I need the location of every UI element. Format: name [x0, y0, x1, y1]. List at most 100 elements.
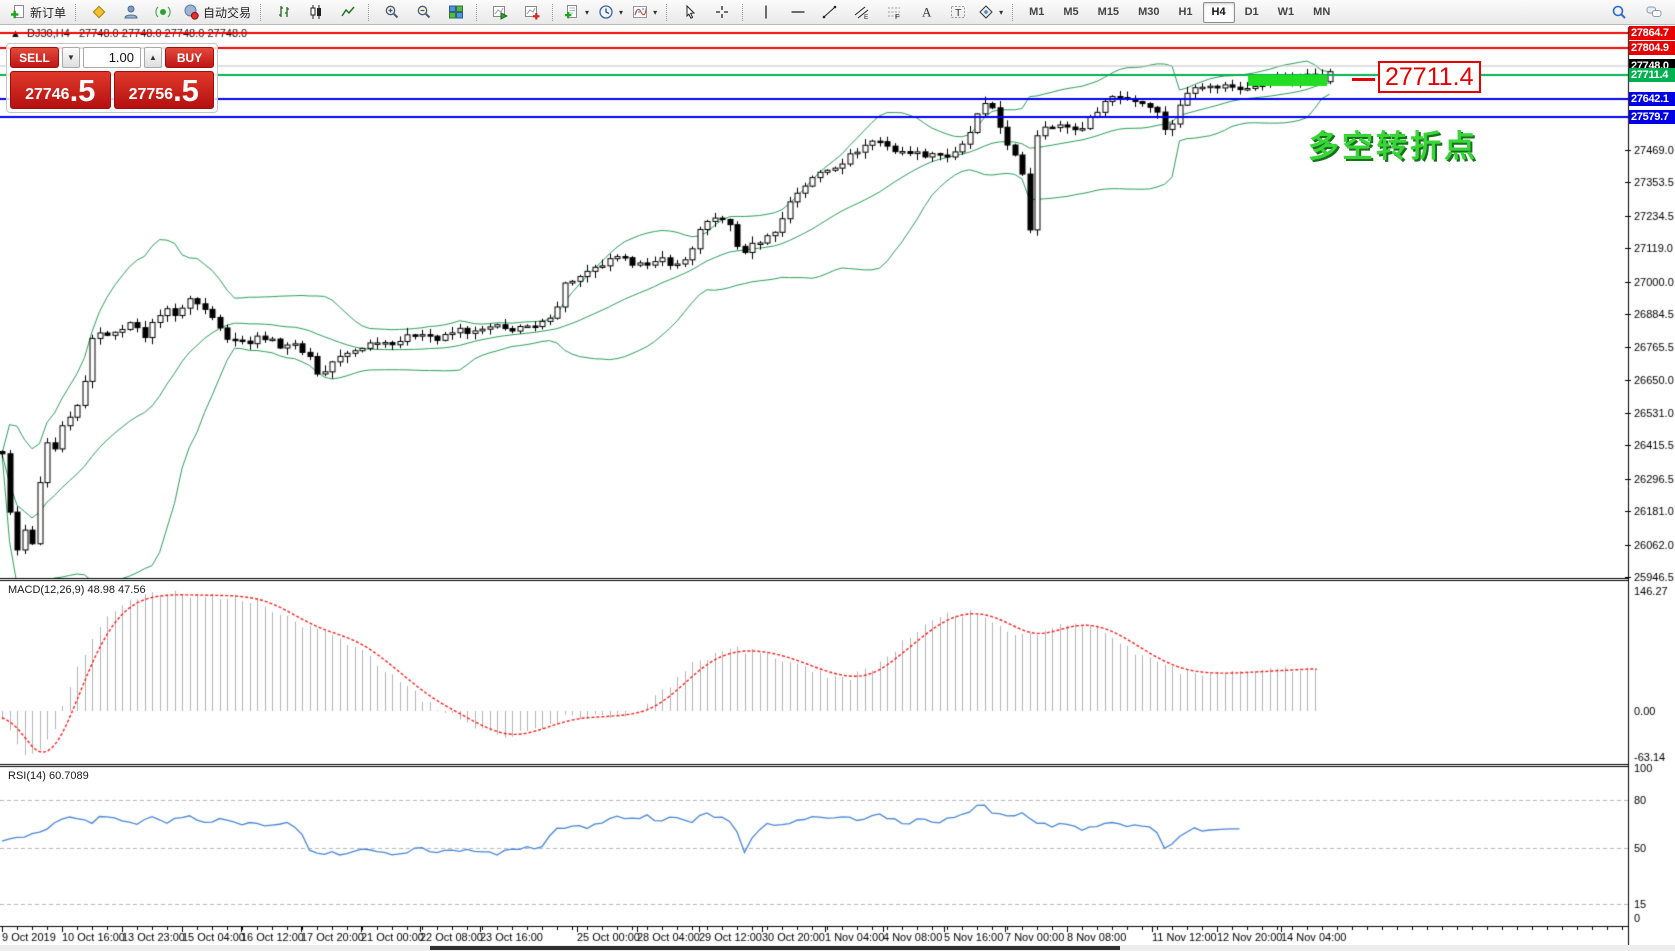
- one-click-trading-panel: SELL ▼ ▲ BUY 27746.5 27756.5: [6, 43, 218, 113]
- chevron-down-icon: ▾: [585, 7, 590, 17]
- sell-button[interactable]: SELL: [10, 47, 59, 68]
- buy-button[interactable]: BUY: [165, 47, 214, 68]
- timeframe-h1-button[interactable]: H1: [1169, 2, 1201, 23]
- candlestick-chart-button[interactable]: [300, 1, 331, 24]
- volume-increase-button[interactable]: ▲: [144, 47, 162, 68]
- label-icon: T: [950, 4, 966, 20]
- cursor-icon: [682, 4, 698, 20]
- chart-plus-icon: [524, 4, 540, 20]
- crosshair-button[interactable]: [706, 1, 737, 24]
- zoom-in-button[interactable]: [376, 1, 407, 24]
- search-button[interactable]: [1603, 1, 1634, 24]
- document-plus-icon: [10, 4, 26, 20]
- timeframe-mn-button[interactable]: MN: [1304, 2, 1339, 23]
- toolbar-separator: [666, 3, 668, 21]
- fibonacci-icon: F: [886, 4, 902, 20]
- timeframe-m1-button[interactable]: M1: [1020, 2, 1053, 23]
- horizontal-scrollbar[interactable]: [0, 945, 1675, 951]
- crosshair-icon: [714, 4, 730, 20]
- trading-terminal: 新订单 自动交易 ▾ ▾ ▾ E F A T ▾ M1 M5 M15 M30 H1 H4 D1 W1 MN SELL…: [0, 0, 1675, 951]
- timeframe-h4-button[interactable]: H4: [1202, 1, 1235, 23]
- label-button[interactable]: T: [942, 1, 973, 24]
- toolbar-separator: [75, 3, 77, 21]
- toolbar-separator: [260, 3, 262, 21]
- zoom-out-icon: [416, 4, 432, 20]
- new-chart-button[interactable]: [484, 1, 515, 24]
- horizontal-line-button[interactable]: [782, 1, 813, 24]
- market-watch-button[interactable]: [83, 1, 114, 24]
- buy-price[interactable]: 27756.5: [113, 71, 214, 109]
- timeframe-m30-button[interactable]: M30: [1129, 2, 1168, 23]
- trendline-icon: [822, 4, 838, 20]
- auto-trading-button-label: 自动交易: [203, 5, 252, 20]
- chat-button[interactable]: [1638, 1, 1669, 24]
- zoom-in-icon: [384, 4, 400, 20]
- price-tag: 27864.7: [1629, 26, 1675, 40]
- template-icon: [564, 4, 580, 20]
- period-button[interactable]: ▾: [594, 1, 627, 24]
- channel-button[interactable]: E: [846, 1, 877, 24]
- candlestick-icon: [308, 4, 324, 20]
- bar-chart-icon: [276, 4, 292, 20]
- toolbar-right-group: [1603, 1, 1669, 24]
- templates-button[interactable]: ▾: [560, 1, 593, 24]
- tile-windows-button[interactable]: [440, 1, 471, 24]
- bar-chart-button[interactable]: [268, 1, 299, 24]
- toolbar-separator: [476, 3, 478, 21]
- clock-icon: [598, 4, 614, 20]
- price-tag: 27642.1: [1629, 92, 1675, 106]
- fibonacci-button[interactable]: F: [878, 1, 909, 24]
- timeframe-w1-button[interactable]: W1: [1269, 2, 1304, 23]
- zoom-out-button[interactable]: [408, 1, 439, 24]
- new-order-button-label: 新订单: [30, 5, 67, 20]
- shapes-icon: [978, 4, 994, 20]
- price-tag: 27579.7: [1629, 110, 1675, 124]
- timeframe-d1-button[interactable]: D1: [1236, 2, 1268, 23]
- sell-price[interactable]: 27746.5: [10, 71, 111, 109]
- svg-text:T: T: [955, 7, 962, 19]
- chevron-down-icon: ▾: [653, 7, 658, 17]
- toolbar-separator: [1012, 3, 1014, 21]
- annotation-text[interactable]: 多空转折点: [1308, 121, 1478, 166]
- toolbar-separator: [742, 3, 744, 21]
- gold-diamond-icon: [91, 4, 107, 20]
- svg-text:F: F: [895, 12, 900, 20]
- callout-dash: [1352, 78, 1375, 81]
- price-tag: 27804.9: [1629, 41, 1675, 55]
- chat-icon: [1646, 4, 1662, 20]
- price-callout[interactable]: 27711.4: [1378, 61, 1481, 93]
- new-chart-icon: [492, 4, 508, 20]
- chevron-down-icon: ▾: [999, 7, 1004, 17]
- search-icon: [1611, 4, 1627, 20]
- indicator-wave-icon: [632, 4, 648, 20]
- cursor-button[interactable]: [674, 1, 705, 24]
- volume-input[interactable]: [83, 47, 141, 68]
- person-icon: [123, 4, 139, 20]
- volume-decrease-button[interactable]: ▼: [62, 47, 80, 68]
- sphere-stop-icon: [183, 4, 199, 20]
- text-icon: A: [918, 4, 934, 20]
- toolbar-separator: [368, 3, 370, 21]
- trendline-button[interactable]: [814, 1, 845, 24]
- timeframe-m15-button[interactable]: M15: [1089, 2, 1128, 23]
- channel-icon: E: [854, 4, 870, 20]
- indicators-button[interactable]: ▾: [628, 1, 661, 24]
- toolbar-separator: [552, 3, 554, 21]
- signal-icon: [154, 4, 171, 20]
- chevron-down-icon: ▾: [619, 7, 624, 17]
- price-tag: 27711.4: [1629, 68, 1675, 82]
- timeframe-m5-button[interactable]: M5: [1054, 2, 1087, 23]
- vertical-line-icon: [758, 4, 774, 20]
- macd-label: MACD(12,26,9) 48.98 47.56: [8, 584, 146, 596]
- scrollbar-thumb[interactable]: [430, 946, 1120, 950]
- new-order-button[interactable]: 新订单: [6, 1, 70, 24]
- line-chart-button[interactable]: [332, 1, 363, 24]
- text-button[interactable]: A: [910, 1, 941, 24]
- shapes-button[interactable]: ▾: [974, 1, 1007, 24]
- svg-text:A: A: [922, 5, 932, 20]
- vertical-line-button[interactable]: [750, 1, 781, 24]
- data-window-button[interactable]: [115, 1, 146, 24]
- signal-button[interactable]: [147, 1, 178, 24]
- auto-trading-button[interactable]: 自动交易: [179, 1, 255, 24]
- chart-shift-button[interactable]: [516, 1, 547, 24]
